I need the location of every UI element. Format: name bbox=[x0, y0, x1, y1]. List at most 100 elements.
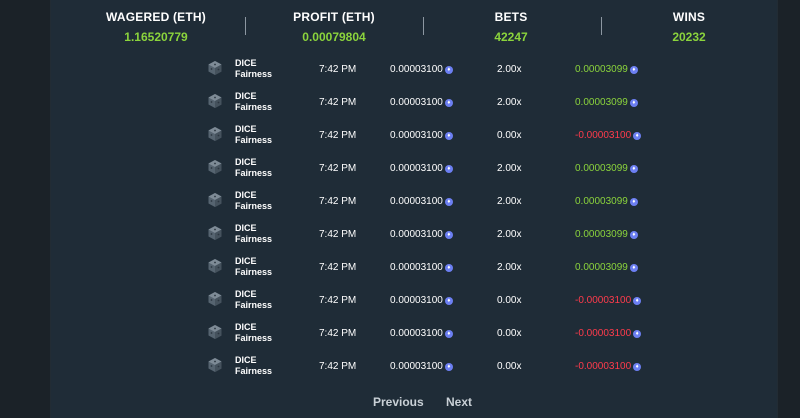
bet-time: 7:42 PM bbox=[319, 328, 357, 339]
bet-amount: 0.00003100 ♦ bbox=[390, 328, 453, 339]
game-name: DICE bbox=[235, 223, 257, 233]
bet-time: 7:42 PM bbox=[319, 361, 357, 372]
bet-profit: -0.00003100 ♦ bbox=[575, 328, 642, 339]
stat-divider bbox=[245, 17, 246, 35]
fairness-link[interactable]: Fairness bbox=[235, 366, 272, 377]
bet-row: DICE Fairness 7:42 PM 0.00003100 ♦ 2.00x 0.000… bbox=[51, 221, 777, 254]
bet-amount: 0.00003100 ♦ bbox=[390, 64, 453, 75]
fairness-link[interactable]: Fairness bbox=[235, 333, 272, 344]
eth-icon: ♦ bbox=[444, 66, 453, 74]
stat-value: 20232 bbox=[672, 30, 706, 44]
previous-button[interactable]: Previous bbox=[373, 395, 424, 409]
bet-multiplier: 2.00x bbox=[497, 97, 522, 108]
fairness-link[interactable]: Fairness bbox=[235, 234, 272, 245]
bet-multiplier: 2.00x bbox=[497, 163, 522, 174]
fairness-link[interactable]: Fairness bbox=[235, 300, 272, 311]
game-cell: DICE Fairness bbox=[235, 289, 272, 311]
stat-value: 0.00079804 bbox=[302, 30, 366, 44]
bet-amount: 0.00003100 ♦ bbox=[390, 229, 453, 240]
bet-amount-value: 0.00003100 bbox=[390, 295, 443, 306]
bet-amount: 0.00003100 ♦ bbox=[390, 97, 453, 108]
bet-profit: 0.00003099 ♦ bbox=[575, 229, 638, 240]
game-name: DICE bbox=[235, 322, 257, 332]
bet-profit-value: 0.00003099 bbox=[575, 196, 628, 207]
game-cell: DICE Fairness bbox=[235, 91, 272, 113]
eth-icon: ♦ bbox=[633, 297, 642, 305]
bet-row: DICE Fairness 7:42 PM 0.00003100 ♦ 2.00x 0.000… bbox=[51, 56, 777, 89]
bet-multiplier: 0.00x bbox=[497, 295, 522, 306]
stats-bar: WAGERED (ETH) 1.16520779 PROFIT (ETH) 0.… bbox=[51, 0, 777, 48]
bet-row: DICE Fairness 7:42 PM 0.00003100 ♦ 0.00x -0.00… bbox=[51, 320, 777, 353]
fairness-link[interactable]: Fairness bbox=[235, 69, 272, 80]
eth-icon: ♦ bbox=[444, 264, 453, 272]
stat-bets: BETS 42247 bbox=[426, 0, 596, 44]
bet-profit: 0.00003099 ♦ bbox=[575, 64, 638, 75]
bet-row: DICE Fairness 7:42 PM 0.00003100 ♦ 2.00x 0.000… bbox=[51, 89, 777, 122]
bet-amount-value: 0.00003100 bbox=[390, 130, 443, 141]
eth-icon: ♦ bbox=[444, 132, 453, 140]
bet-amount: 0.00003100 ♦ bbox=[390, 196, 453, 207]
bet-amount-value: 0.00003100 bbox=[390, 328, 443, 339]
bet-profit: 0.00003099 ♦ bbox=[575, 196, 638, 207]
bet-profit-value: 0.00003099 bbox=[575, 163, 628, 174]
eth-icon: ♦ bbox=[444, 198, 453, 206]
next-button[interactable]: Next bbox=[446, 395, 472, 409]
game-name: DICE bbox=[235, 256, 257, 266]
eth-icon: ♦ bbox=[444, 363, 453, 371]
eth-icon: ♦ bbox=[633, 132, 642, 140]
bet-profit-value: 0.00003099 bbox=[575, 97, 628, 108]
bet-amount: 0.00003100 ♦ bbox=[390, 163, 453, 174]
eth-icon: ♦ bbox=[629, 264, 638, 272]
eth-icon: ♦ bbox=[629, 99, 638, 107]
stat-profit: PROFIT (ETH) 0.00079804 bbox=[249, 0, 419, 44]
bet-multiplier: 0.00x bbox=[497, 328, 522, 339]
bet-multiplier: 2.00x bbox=[497, 229, 522, 240]
stat-divider bbox=[601, 17, 602, 35]
right-sidebar bbox=[777, 0, 800, 418]
left-sidebar bbox=[0, 0, 51, 418]
bet-profit-value: -0.00003100 bbox=[575, 130, 632, 141]
bet-time: 7:42 PM bbox=[319, 229, 357, 240]
game-name: DICE bbox=[235, 289, 257, 299]
bet-profit: -0.00003100 ♦ bbox=[575, 295, 642, 306]
stat-value: 42247 bbox=[494, 30, 528, 44]
eth-icon: ♦ bbox=[629, 231, 638, 239]
game-name: DICE bbox=[235, 124, 257, 134]
eth-icon: ♦ bbox=[629, 66, 638, 74]
game-cell: DICE Fairness bbox=[235, 124, 272, 146]
dice-icon bbox=[207, 192, 223, 208]
bet-row: DICE Fairness 7:42 PM 0.00003100 ♦ 0.00x -0.00… bbox=[51, 287, 777, 320]
eth-icon: ♦ bbox=[629, 198, 638, 206]
bet-profit-value: 0.00003099 bbox=[575, 262, 628, 273]
dice-icon bbox=[207, 258, 223, 274]
dice-icon bbox=[207, 324, 223, 340]
dice-icon bbox=[207, 60, 223, 76]
bet-multiplier: 0.00x bbox=[497, 361, 522, 372]
bet-time: 7:42 PM bbox=[319, 97, 357, 108]
stat-label: PROFIT (ETH) bbox=[293, 10, 375, 24]
game-cell: DICE Fairness bbox=[235, 190, 272, 212]
bet-profit-value: -0.00003100 bbox=[575, 361, 632, 372]
game-name: DICE bbox=[235, 91, 257, 101]
fairness-link[interactable]: Fairness bbox=[235, 135, 272, 146]
bet-amount: 0.00003100 ♦ bbox=[390, 295, 453, 306]
bet-multiplier: 2.00x bbox=[497, 64, 522, 75]
fairness-link[interactable]: Fairness bbox=[235, 102, 272, 113]
bet-amount: 0.00003100 ♦ bbox=[390, 130, 453, 141]
game-cell: DICE Fairness bbox=[235, 157, 272, 179]
bet-profit-value: 0.00003099 bbox=[575, 229, 628, 240]
eth-icon: ♦ bbox=[444, 99, 453, 107]
fairness-link[interactable]: Fairness bbox=[235, 168, 272, 179]
bet-profit: 0.00003099 ♦ bbox=[575, 163, 638, 174]
stat-label: WAGERED (ETH) bbox=[106, 10, 206, 24]
fairness-link[interactable]: Fairness bbox=[235, 267, 272, 278]
bet-row: DICE Fairness 7:42 PM 0.00003100 ♦ 2.00x 0.000… bbox=[51, 155, 777, 188]
eth-icon: ♦ bbox=[629, 165, 638, 173]
fairness-link[interactable]: Fairness bbox=[235, 201, 272, 212]
dice-icon bbox=[207, 159, 223, 175]
eth-icon: ♦ bbox=[444, 231, 453, 239]
bet-time: 7:42 PM bbox=[319, 262, 357, 273]
dice-icon bbox=[207, 291, 223, 307]
game-cell: DICE Fairness bbox=[235, 223, 272, 245]
eth-icon: ♦ bbox=[444, 165, 453, 173]
